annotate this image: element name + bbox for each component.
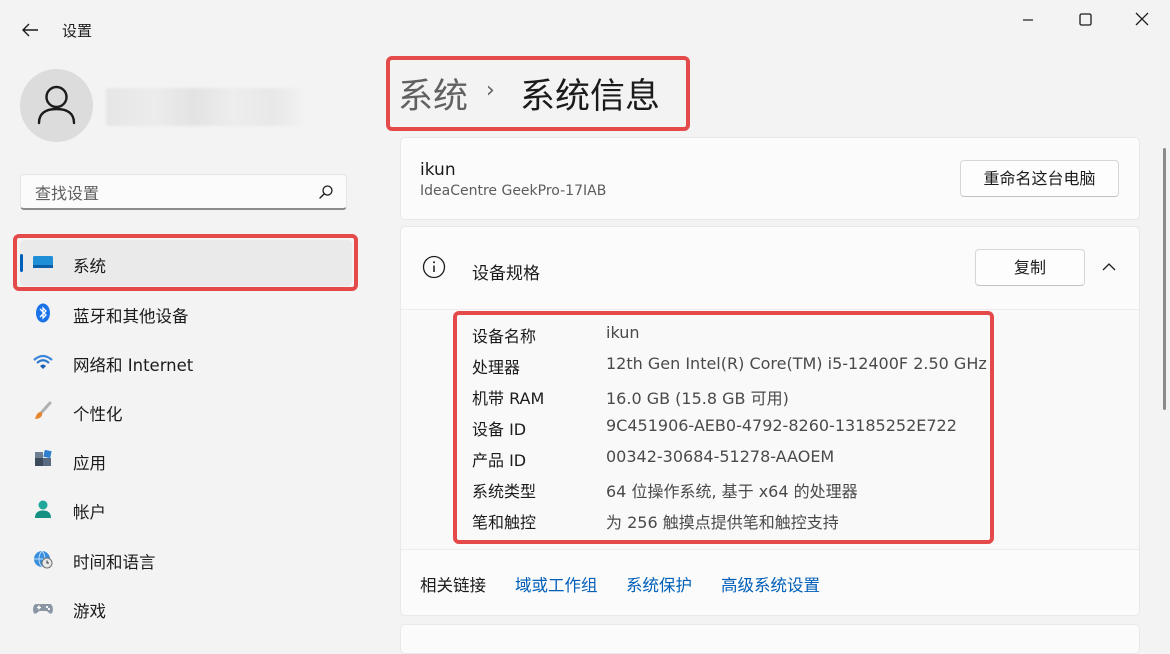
gamepad-icon	[33, 604, 53, 614]
active-indicator	[20, 254, 23, 272]
device-name: ikun	[420, 160, 456, 180]
bluetooth-icon	[36, 303, 50, 323]
sidebar-item-bluetooth[interactable]: 蓝牙和其他设备	[20, 290, 352, 336]
spec-key: 系统类型	[472, 482, 537, 501]
chevron-up-icon[interactable]	[1100, 260, 1118, 274]
spec-key: 笔和触控	[472, 513, 537, 532]
sidebar-item-time-language[interactable]: 时间和语言	[20, 536, 352, 582]
monitor-icon	[33, 256, 53, 268]
spec-key: 机带 RAM	[472, 389, 545, 408]
user-name-redacted	[106, 88, 302, 126]
breadcrumb-separator-icon: ›	[486, 78, 495, 103]
spec-value: ikun	[606, 323, 640, 342]
scrollbar[interactable]	[1163, 148, 1166, 410]
minimize-icon	[1023, 19, 1033, 21]
copy-button[interactable]: 复制	[975, 249, 1085, 286]
back-arrow-icon	[22, 23, 38, 37]
wifi-icon	[33, 354, 53, 369]
related-links-label: 相关链接	[420, 576, 486, 595]
sidebar-item-network[interactable]: 网络和 Internet	[20, 339, 352, 385]
link-advanced-system-settings[interactable]: 高级系统设置	[721, 572, 820, 596]
info-icon	[422, 255, 446, 279]
search-input[interactable]	[33, 181, 307, 205]
sidebar-item-accounts[interactable]: 帐户	[20, 486, 352, 532]
sidebar-item-label: 应用	[73, 454, 106, 473]
spec-value: 为 256 触摸点提供笔和触控支持	[606, 513, 839, 532]
search-icon[interactable]	[318, 184, 334, 200]
spec-value: 12th Gen Intel(R) Core(TM) i5-12400F 2.5…	[606, 354, 987, 373]
spec-key: 设备 ID	[472, 420, 527, 439]
spec-key: 处理器	[472, 358, 521, 377]
sidebar-item-label: 系统	[73, 257, 106, 276]
spec-value: 00342-30684-51278-AAOEM	[606, 447, 835, 466]
spec-value: 64 位操作系统, 基于 x64 的处理器	[606, 482, 858, 501]
link-domain-workgroup[interactable]: 域或工作组	[515, 572, 598, 596]
close-button[interactable]	[1127, 10, 1157, 30]
brush-icon	[35, 401, 52, 419]
close-icon	[1135, 12, 1149, 26]
page-title: 系统信息	[520, 77, 661, 117]
sidebar-item-label: 游戏	[73, 602, 106, 621]
maximize-icon	[1079, 13, 1092, 26]
apps-icon	[35, 450, 52, 466]
account-icon	[35, 500, 51, 518]
sidebar-item-label: 蓝牙和其他设备	[73, 307, 189, 326]
globe-clock-icon	[34, 550, 53, 569]
device-model: IdeaCentre GeekPro-17IAB	[420, 183, 607, 199]
sidebar-item-personalization[interactable]: 个性化	[20, 388, 352, 434]
app-title: 设置	[62, 22, 93, 40]
sidebar-item-label: 帐户	[73, 503, 106, 522]
rename-pc-button[interactable]: 重命名这台电脑	[960, 160, 1119, 197]
device-specs-title: 设备规格	[472, 264, 540, 284]
spec-value: 9C451906-AEB0-4792-8260-13185252E722	[606, 416, 957, 435]
sidebar-item-label: 网络和 Internet	[73, 356, 194, 375]
search-box[interactable]	[20, 174, 347, 210]
sidebar-item-label: 时间和语言	[73, 553, 156, 572]
spec-key: 产品 ID	[472, 451, 527, 470]
maximize-button[interactable]	[1070, 10, 1100, 30]
link-system-protection[interactable]: 系统保护	[626, 572, 692, 596]
next-card	[400, 624, 1140, 654]
avatar[interactable]	[20, 69, 93, 142]
spec-value: 16.0 GB (15.8 GB 可用)	[606, 389, 789, 408]
sidebar-item-gaming[interactable]: 游戏	[20, 585, 352, 631]
sidebar-item-apps[interactable]: 应用	[20, 437, 352, 483]
sidebar-item-label: 个性化	[73, 405, 123, 424]
minimize-button[interactable]	[1013, 10, 1043, 30]
back-button[interactable]	[16, 18, 44, 42]
spec-key: 设备名称	[472, 327, 537, 346]
person-icon	[37, 85, 76, 125]
breadcrumb-parent[interactable]: 系统	[398, 68, 468, 119]
sidebar-item-system[interactable]: 系统	[20, 240, 352, 286]
